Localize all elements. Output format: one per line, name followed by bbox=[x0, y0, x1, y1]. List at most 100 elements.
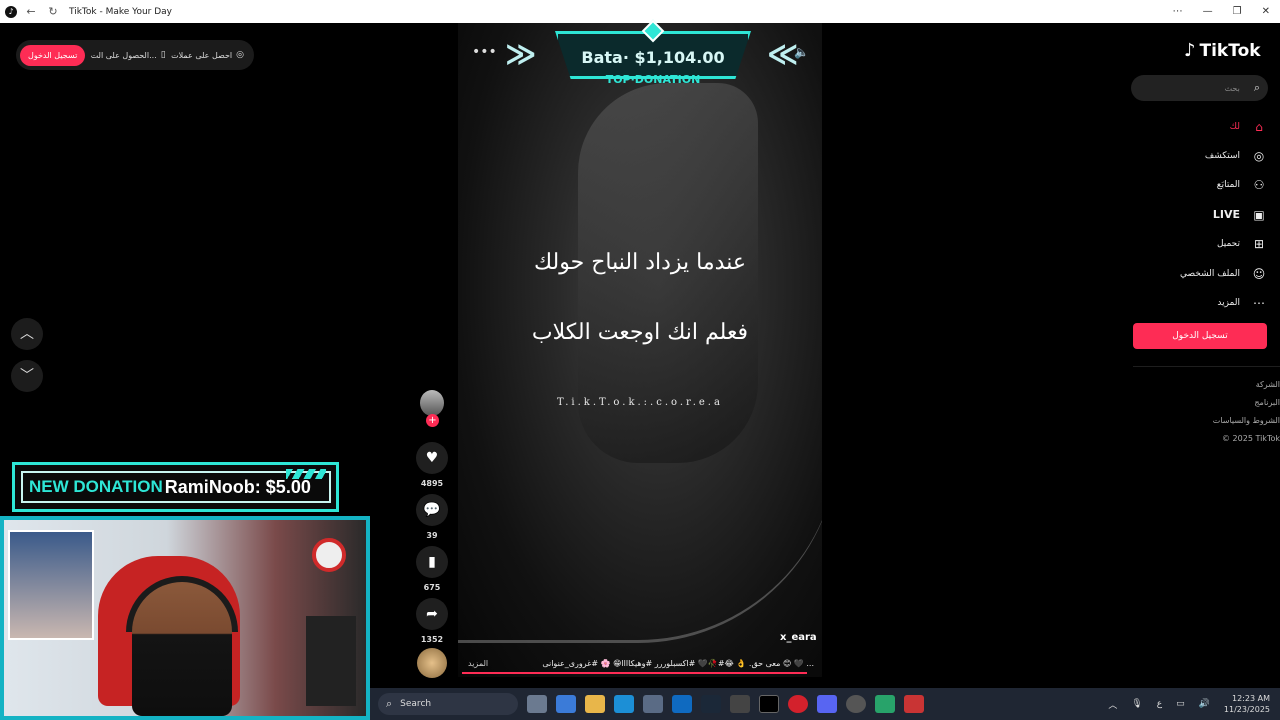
language-indicator[interactable]: ع bbox=[1157, 699, 1162, 709]
save-action[interactable]: ▮ 675 bbox=[416, 546, 448, 592]
more-link[interactable]: المزيد bbox=[468, 659, 488, 668]
network-icon[interactable]: ▭ bbox=[1176, 699, 1185, 709]
restore-icon[interactable]: ❐ bbox=[1233, 6, 1242, 17]
logo-text: TikTok bbox=[1199, 40, 1261, 61]
clock[interactable]: 12:23 AM 11/23/2025 bbox=[1224, 693, 1270, 715]
login-button[interactable]: تسجيل الدخول bbox=[1133, 323, 1267, 349]
outlook-icon[interactable] bbox=[672, 695, 692, 713]
like-action[interactable]: ♥ 4895 bbox=[416, 442, 448, 488]
top-action-bar: تسجيل الدخول الحصول على الت... ▯ احصل عل… bbox=[16, 40, 254, 70]
get-app-label: الحصول على الت... bbox=[90, 50, 157, 60]
sidebar-item-profile[interactable]: الملف الشخصي ☺ bbox=[1140, 259, 1270, 288]
window-menu-icon[interactable]: ⋯ bbox=[1173, 6, 1183, 17]
login-button-small[interactable]: تسجيل الدخول bbox=[20, 44, 86, 66]
coin-icon: ◎ bbox=[236, 50, 244, 60]
music-disc-icon[interactable] bbox=[417, 648, 447, 678]
no-smoking-sign-icon bbox=[312, 538, 346, 572]
video-author[interactable]: x_eara bbox=[780, 632, 817, 643]
heart-icon: ♥ bbox=[416, 442, 448, 474]
get-coins-link[interactable]: احصل على عملات ◎ bbox=[171, 50, 244, 60]
chevron-down-icon: ﹀ bbox=[20, 368, 34, 384]
refresh-icon[interactable]: ↻ bbox=[45, 5, 61, 18]
video-caption-line1: عندما يزداد النباح حولك bbox=[534, 250, 746, 275]
footer-program-link[interactable]: البرنامج bbox=[1180, 394, 1280, 412]
compass-icon: ◎ bbox=[1253, 149, 1265, 164]
app-green-icon[interactable] bbox=[875, 695, 895, 713]
footer-terms-link[interactable]: الشروط والسياسات bbox=[1180, 412, 1280, 430]
sidebar-item-label: لك bbox=[1229, 121, 1240, 132]
plus-square-icon: ⊞ bbox=[1253, 237, 1265, 252]
sidebar-item-label: المتابَع bbox=[1216, 180, 1240, 191]
footer-company-link[interactable]: الشركة bbox=[1180, 376, 1280, 394]
opera-icon[interactable] bbox=[788, 695, 808, 713]
taskbar-search[interactable]: ⌕ Search bbox=[378, 693, 518, 715]
sidebar-footer: الشركة البرنامج الشروط والسياسات © 2025 … bbox=[1180, 376, 1280, 448]
sidebar-divider bbox=[1133, 366, 1280, 367]
sidebar-item-upload[interactable]: تحميل ⊞ bbox=[1140, 230, 1270, 259]
new-donation-label: NEW DONATION bbox=[29, 477, 163, 496]
close-icon[interactable]: ✕ bbox=[1262, 6, 1270, 17]
speaker-icon[interactable]: 🔊 bbox=[1199, 699, 1210, 709]
get-app-link[interactable]: الحصول على الت... ▯ bbox=[91, 50, 166, 60]
more-options-icon[interactable]: ••• bbox=[472, 44, 497, 60]
tiktok-logo[interactable]: ♪ TikTok bbox=[1184, 40, 1261, 61]
previous-video-button[interactable]: ︿ bbox=[11, 318, 43, 350]
sidebar-item-following[interactable]: المتابَع ⚇ bbox=[1140, 171, 1270, 200]
like-count: 4895 bbox=[420, 479, 444, 488]
sidebar-item-label: الملف الشخصي bbox=[1180, 268, 1240, 279]
task-view-icon[interactable] bbox=[527, 695, 547, 713]
4k-app-icon[interactable] bbox=[730, 695, 750, 713]
video-description-row: المزيد معى حق. 👌 😂#🥀🖤 #اكسبلوررر #وهيكاا… bbox=[468, 656, 814, 670]
home-icon: ⌂ bbox=[1255, 119, 1263, 134]
phone-icon: ▯ bbox=[160, 50, 166, 60]
taskbar-search-label: Search bbox=[400, 699, 432, 709]
system-tray: ︿ 🎙 ع ▭ 🔊 12:23 AM 11/23/2025 bbox=[1108, 688, 1270, 720]
minimize-icon[interactable]: — bbox=[1203, 6, 1213, 17]
taskbar: ⌕ Search ︿ 🎙 ع ▭ 🔊 12:23 AM 11/23/2025 bbox=[370, 688, 1280, 720]
ellipsis-icon: ⋯ bbox=[1253, 296, 1265, 311]
sidebar-item-for-you[interactable]: لك ⌂ bbox=[1140, 112, 1270, 141]
search-icon[interactable]: ⌕ bbox=[1254, 81, 1260, 95]
share-count: 1352 bbox=[420, 635, 444, 644]
microphone-icon[interactable]: 🎙 bbox=[1131, 699, 1142, 709]
share-action[interactable]: ➦ 1352 bbox=[416, 598, 448, 644]
donation-label: TOP·DONATION bbox=[605, 73, 701, 86]
right-wing-decoration: ≪ bbox=[767, 37, 799, 72]
top-donation-banner: ≫ ≪ Bata· $1,104.00 TOP·DONATION bbox=[505, 19, 805, 87]
window-title-bar: ♪ ← ↻ TikTok - Make Your Day ⋯ — ❐ ✕ bbox=[0, 0, 1280, 23]
sidebar-item-explore[interactable]: استكشف ◎ bbox=[1140, 141, 1270, 170]
new-donation-text: RamiNoob: $5.00 bbox=[164, 476, 311, 497]
video-caption-line2: فعلم انك اوجعت الكلاب bbox=[531, 320, 749, 345]
file-explorer-icon[interactable] bbox=[585, 695, 605, 713]
profile-icon: ☺ bbox=[1252, 266, 1266, 281]
next-video-button[interactable]: ﹀ bbox=[11, 360, 43, 392]
tiktok-taskbar-icon[interactable] bbox=[759, 695, 779, 713]
edge-icon[interactable] bbox=[614, 695, 634, 713]
screen: ♪ ← ↻ TikTok - Make Your Day ⋯ — ❐ ✕ تسج… bbox=[0, 0, 1280, 720]
obs-icon[interactable] bbox=[846, 695, 866, 713]
back-arrow-icon[interactable]: ← bbox=[23, 5, 39, 18]
sidebar-item-more[interactable]: المزيد ⋯ bbox=[1140, 288, 1270, 317]
tiktok-note-icon: ♪ bbox=[1184, 40, 1196, 61]
tray-chevron-icon[interactable]: ︿ bbox=[1108, 698, 1117, 711]
store-icon[interactable] bbox=[643, 695, 663, 713]
window-controls: ⋯ — ❐ ✕ bbox=[1173, 0, 1270, 23]
sidebar-nav: لك ⌂ استكشف ◎ المتابَع ⚇ LIVE ▣ تحميل ⊞ … bbox=[1140, 112, 1270, 318]
left-wing-decoration: ≫ bbox=[505, 37, 537, 72]
discord-icon[interactable] bbox=[817, 695, 837, 713]
app-red-icon[interactable] bbox=[904, 695, 924, 713]
comment-action[interactable]: 💬 39 bbox=[416, 494, 448, 540]
steam-icon[interactable] bbox=[701, 695, 721, 713]
sidebar-item-live[interactable]: LIVE ▣ bbox=[1140, 200, 1270, 229]
search-input[interactable]: بحث ⌕ bbox=[1131, 75, 1268, 101]
follow-plus-icon[interactable]: + bbox=[426, 414, 439, 427]
video-progress-bar[interactable] bbox=[462, 672, 808, 674]
sidebar-item-label: تحميل bbox=[1216, 239, 1240, 250]
search-icon: ⌕ bbox=[386, 697, 393, 710]
webcam-shelf bbox=[306, 616, 356, 706]
comment-count: 39 bbox=[426, 531, 438, 540]
sidebar-item-label: استكشف bbox=[1204, 151, 1240, 162]
creator-avatar[interactable] bbox=[420, 390, 444, 416]
copilot-icon[interactable] bbox=[556, 695, 576, 713]
video-player[interactable]: عندما يزداد النباح حولك فعلم انك اوجعت ا… bbox=[458, 23, 822, 677]
